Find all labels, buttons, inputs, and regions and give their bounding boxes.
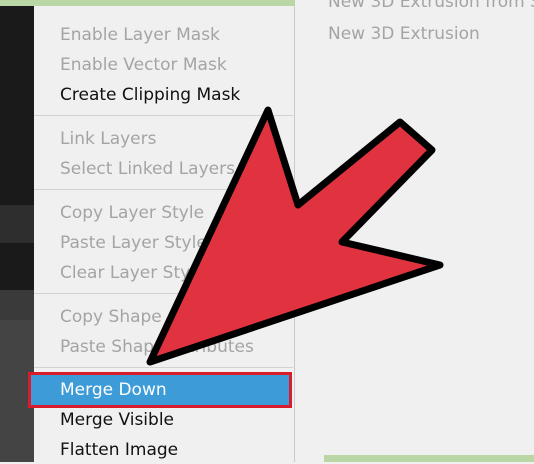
menu-item-merge-visible[interactable]: Merge Visible: [34, 406, 293, 434]
bottom-accent-strip: [324, 455, 534, 462]
layers-panel-row: [0, 205, 34, 243]
menu-separator: [34, 367, 293, 368]
menu-item-clear-layer-style[interactable]: Clear Layer Style: [34, 259, 293, 287]
submenu-item-new-3d-extrusion[interactable]: New 3D Extrusion: [328, 24, 480, 44]
menu-item-paste-shape-attributes[interactable]: Paste Shape Attributes: [34, 333, 293, 361]
menu-separator: [34, 293, 293, 294]
menu-item-copy-shape-attributes[interactable]: Copy Shape Attributes: [34, 303, 293, 331]
menu-separator: [34, 189, 293, 190]
menu-separator: [34, 115, 293, 116]
layer-context-menu: Enable Layer Mask Enable Vector Mask Cre…: [28, 6, 295, 464]
layers-panel-row: [0, 290, 34, 320]
menu-item-enable-vector-mask[interactable]: Enable Vector Mask: [34, 51, 293, 79]
menu-item-copy-layer-style[interactable]: Copy Layer Style: [34, 199, 293, 227]
menu-item-enable-layer-mask[interactable]: Enable Layer Mask: [34, 21, 293, 49]
submenu-item-new-3d-extrusion-from-selection[interactable]: New 3D Extrusion from Se: [328, 0, 534, 12]
menu-item-paste-layer-style[interactable]: Paste Layer Style: [34, 229, 293, 257]
menu-item-create-clipping-mask[interactable]: Create Clipping Mask: [34, 81, 293, 109]
menu-item-merge-down[interactable]: Merge Down: [34, 376, 293, 404]
3d-submenu: New 3D Extrusion from Se New 3D Extrusio…: [295, 0, 534, 462]
menu-item-flatten-image[interactable]: Flatten Image: [34, 436, 293, 464]
menu-item-link-layers[interactable]: Link Layers: [34, 125, 293, 153]
menu-item-select-linked-layers[interactable]: Select Linked Layers: [34, 155, 293, 183]
